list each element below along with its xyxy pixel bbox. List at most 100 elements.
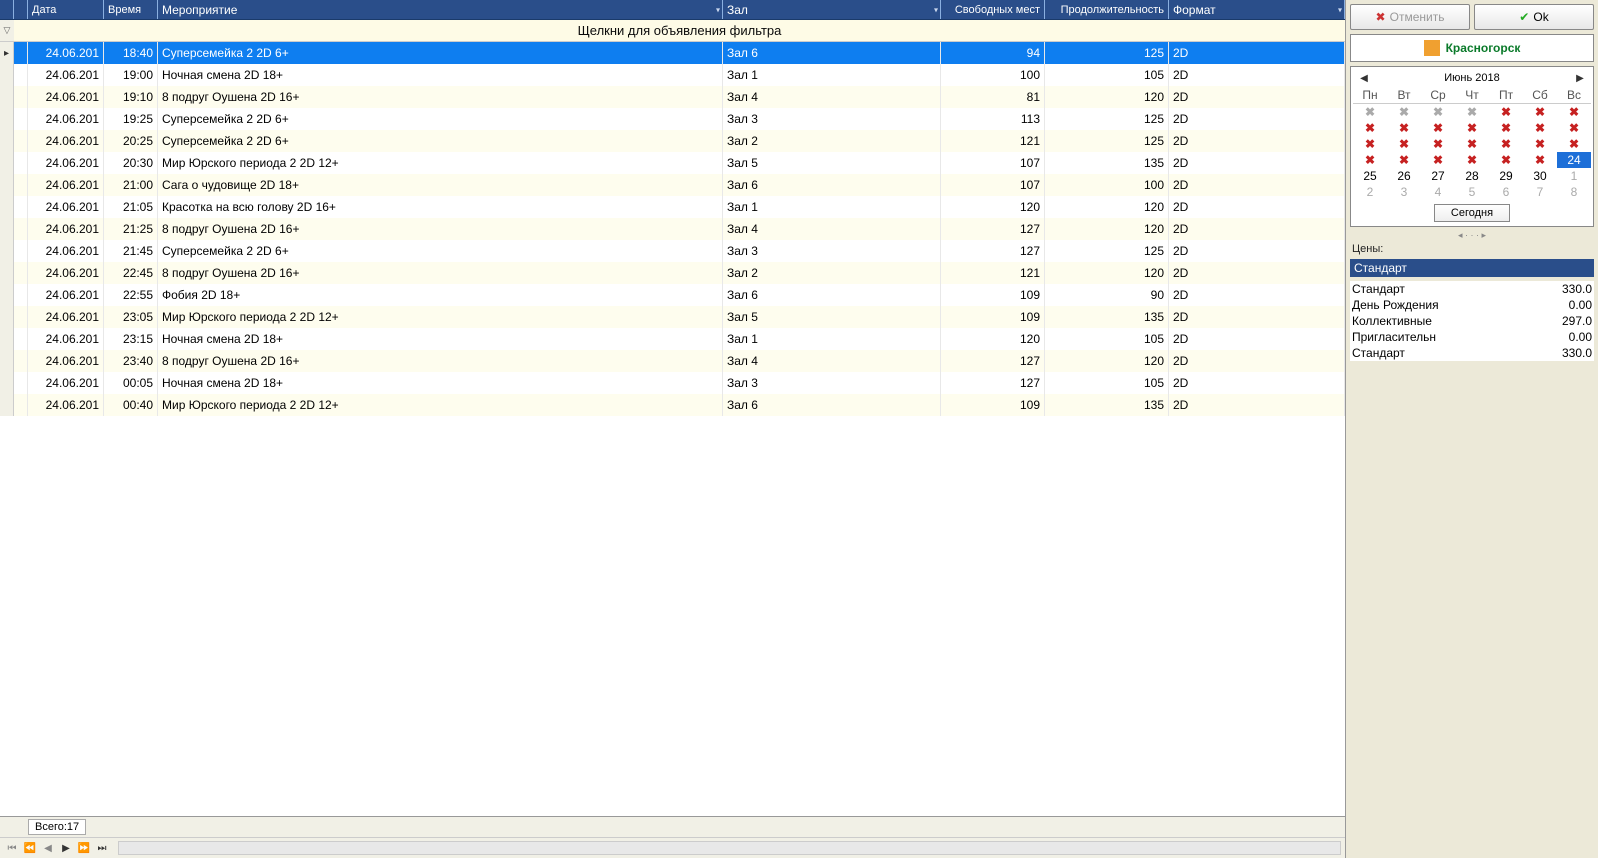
nav-last-icon[interactable]: ⏭ [94,840,110,856]
price-value: 0.00 [1569,330,1592,344]
cell-duration: 120 [1045,350,1169,372]
ok-button[interactable]: ✔Ok [1474,4,1594,30]
calendar-day[interactable]: ✖ [1489,104,1523,120]
calendar-day[interactable]: ✖ [1455,104,1489,120]
calendar-day[interactable]: 7 [1523,184,1557,200]
calendar-prev-icon[interactable]: ◀ [1357,71,1371,85]
calendar-today-button[interactable]: Сегодня [1434,204,1510,222]
col-hall-header[interactable]: Зал▾ [723,0,941,19]
calendar-day[interactable]: 1 [1557,168,1591,184]
nav-first-icon[interactable]: ⏮ [4,840,20,856]
calendar-day[interactable]: ✖ [1455,152,1489,168]
calendar-day[interactable]: ✖ [1353,104,1387,120]
table-row[interactable]: 24.06.20123:15Ночная смена 2D 18+Зал 112… [0,328,1345,350]
col-duration-header[interactable]: Продолжительность [1045,0,1169,19]
calendar-day[interactable]: ✖ [1353,136,1387,152]
calendar-day[interactable]: ✖ [1455,120,1489,136]
price-row[interactable]: День Рождения0.00 [1350,297,1594,313]
calendar-day[interactable]: ✖ [1421,104,1455,120]
calendar-day[interactable]: ✖ [1523,104,1557,120]
calendar-day[interactable]: 2 [1353,184,1387,200]
calendar-day[interactable]: ✖ [1557,136,1591,152]
col-time-header[interactable]: Время [104,0,158,19]
calendar-day[interactable]: 6 [1489,184,1523,200]
calendar-day[interactable]: ✖ [1421,120,1455,136]
calendar-day[interactable]: 30 [1523,168,1557,184]
cell-format: 2D [1169,130,1345,152]
table-row[interactable]: 24.06.20122:458 подруг Оушена 2D 16+Зал … [0,262,1345,284]
nav-next-icon[interactable]: ▶ [58,840,74,856]
calendar-day[interactable]: ✖ [1387,120,1421,136]
calendar-day[interactable]: ✖ [1489,136,1523,152]
calendar-day[interactable]: 26 [1387,168,1421,184]
table-row[interactable]: 24.06.20121:45Суперсемейка 2 2D 6+Зал 31… [0,240,1345,262]
table-row[interactable]: 24.06.20120:25Суперсемейка 2 2D 6+Зал 21… [0,130,1345,152]
price-row[interactable]: Стандарт330.0 [1350,345,1594,361]
calendar-day[interactable]: ✖ [1489,120,1523,136]
col-format-header[interactable]: Формат▾ [1169,0,1345,19]
nav-prev-icon[interactable]: ◀ [40,840,56,856]
table-row[interactable]: 24.06.20121:00Сага о чудовище 2D 18+Зал … [0,174,1345,196]
table-row[interactable]: 24.06.20100:05Ночная смена 2D 18+Зал 312… [0,372,1345,394]
calendar-day[interactable]: 8 [1557,184,1591,200]
cell-hall: Зал 6 [723,42,941,64]
calendar-day[interactable]: ✖ [1353,152,1387,168]
price-row[interactable]: Стандарт330.0 [1350,281,1594,297]
table-row[interactable]: 24.06.20119:00Ночная смена 2D 18+Зал 110… [0,64,1345,86]
calendar-day[interactable]: ✖ [1455,136,1489,152]
cell-format: 2D [1169,174,1345,196]
calendar-day[interactable]: ✖ [1523,152,1557,168]
calendar-day[interactable]: ✖ [1421,136,1455,152]
calendar-day[interactable]: ✖ [1353,120,1387,136]
calendar-day[interactable]: 28 [1455,168,1489,184]
calendar-day[interactable]: ✖ [1523,136,1557,152]
calendar-day[interactable]: 27 [1421,168,1455,184]
calendar-day[interactable]: ✖ [1557,104,1591,120]
filter-row[interactable]: ▽ Щелкни для объявления фильтра [0,20,1345,42]
calendar-day[interactable]: ✖ [1557,120,1591,136]
col-event-header[interactable]: Мероприятие▾ [158,0,723,19]
nav-next-page-icon[interactable]: ⏩ [76,840,92,856]
table-row[interactable]: 24.06.20100:40Мир Юрского периода 2 2D 1… [0,394,1345,416]
side-panel: ✖Отменить ✔Ok Красногорск ◀ Июнь 2018 ▶ … [1346,0,1598,858]
calendar-day[interactable]: 29 [1489,168,1523,184]
table-row[interactable]: 24.06.20119:25Суперсемейка 2 2D 6+Зал 31… [0,108,1345,130]
dropdown-icon[interactable]: ▾ [716,5,720,14]
prices-header[interactable]: Стандарт [1350,259,1594,277]
dropdown-icon[interactable]: ▾ [934,5,938,14]
cancel-button[interactable]: ✖Отменить [1350,4,1470,30]
price-row[interactable]: Коллективные297.0 [1350,313,1594,329]
calendar-day[interactable]: ✖ [1523,120,1557,136]
nav-prev-page-icon[interactable]: ⏪ [22,840,38,856]
filter-prompt[interactable]: Щелкни для объявления фильтра [14,20,1345,41]
calendar-day[interactable]: ✖ [1387,136,1421,152]
calendar-next-icon[interactable]: ▶ [1573,71,1587,85]
cell-date: 24.06.201 [28,174,104,196]
table-body[interactable]: 24.06.20118:40Суперсемейка 2 2D 6+Зал 69… [0,42,1345,816]
calendar-title[interactable]: Июнь 2018 [1444,72,1500,84]
table-row[interactable]: 24.06.20123:408 подруг Оушена 2D 16+Зал … [0,350,1345,372]
table-row[interactable]: 24.06.20120:30Мир Юрского периода 2 2D 1… [0,152,1345,174]
calendar-day[interactable]: ✖ [1421,152,1455,168]
table-row[interactable]: 24.06.20121:258 подруг Оушена 2D 16+Зал … [0,218,1345,240]
table-row[interactable]: 24.06.20121:05Красотка на всю голову 2D … [0,196,1345,218]
col-seats-header[interactable]: Свободных мест [941,0,1045,19]
calendar-day[interactable]: 24 [1557,152,1591,168]
calendar-day[interactable]: 3 [1387,184,1421,200]
dropdown-icon[interactable]: ▾ [1338,5,1342,14]
horizontal-scrollbar[interactable] [118,841,1341,855]
table-row[interactable]: 24.06.20118:40Суперсемейка 2 2D 6+Зал 69… [0,42,1345,64]
table-row[interactable]: 24.06.20122:55Фобия 2D 18+Зал 6109902D [0,284,1345,306]
calendar-day[interactable]: ✖ [1489,152,1523,168]
calendar-day[interactable]: 25 [1353,168,1387,184]
calendar-day[interactable]: 4 [1421,184,1455,200]
calendar-day[interactable]: ✖ [1387,152,1421,168]
table-row[interactable]: 24.06.20123:05Мир Юрского периода 2 2D 1… [0,306,1345,328]
table-row[interactable]: 24.06.20119:108 подруг Оушена 2D 16+Зал … [0,86,1345,108]
price-row[interactable]: Пригласительн0.00 [1350,329,1594,345]
splitter-handle[interactable]: ◂ · · · ▸ [1350,231,1594,239]
calendar-day[interactable]: 5 [1455,184,1489,200]
calendar-day[interactable]: ✖ [1387,104,1421,120]
col-date-header[interactable]: Дата [28,0,104,19]
cinema-selector[interactable]: Красногорск [1350,34,1594,62]
